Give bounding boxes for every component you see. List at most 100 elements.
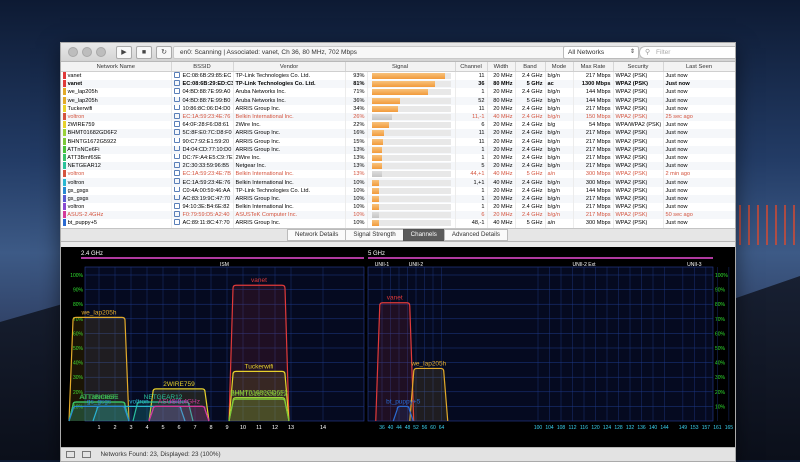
column-header-vendor[interactable]: Vendor xyxy=(233,62,346,72)
column-header-name[interactable]: Network Name xyxy=(61,62,172,72)
vendor-cell: Belkin International Inc. xyxy=(233,178,346,187)
channel-cell: 1 xyxy=(455,194,488,203)
refresh-button[interactable]: ↻ xyxy=(156,45,172,59)
vendor-cell: ARRIS Group Inc. xyxy=(233,137,346,146)
table-row[interactable]: we_lap205h 04:BD:88:7E:99:B0 Aruba Network… xyxy=(61,96,735,105)
signal-bar-cell xyxy=(367,219,456,228)
zoom-window-button[interactable] xyxy=(96,47,106,57)
network-color-swatch xyxy=(63,104,66,112)
tab-network-details[interactable]: Network Details xyxy=(287,228,347,241)
table-row[interactable]: ASUS-2.4GHz F0:79:59:D5:A2:40 ASUSTeK Comp… xyxy=(61,211,735,220)
vendor-cell: ARRIS Group Inc. xyxy=(233,104,346,113)
last-seen-cell: Just now xyxy=(663,137,735,146)
table-row[interactable]: bt_puppy+5 AC:89:11:8C:47:70 ARRIS Group I… xyxy=(61,219,735,228)
table-row[interactable]: voltron EC:1A:59:23:4E:76 Belkin Internati… xyxy=(61,112,735,122)
mode-cell: b/g/n xyxy=(545,186,574,195)
width-cell: 40 MHz xyxy=(487,170,516,179)
security-cell: WPA2 (PSK) xyxy=(613,104,664,113)
column-header-security[interactable]: Security xyxy=(613,62,664,72)
mode-cell: b/g xyxy=(545,121,574,130)
filter-input[interactable]: ⚲ Filter xyxy=(639,46,735,59)
bssid-value: AC:89:11:8C:47:70 xyxy=(182,220,230,227)
channel-cell: 11 xyxy=(455,129,488,138)
max-rate-cell: 54 Mbps xyxy=(573,121,614,130)
table-row[interactable]: vanet EC:08:6B:29:85:EC TP-Link Technologi… xyxy=(61,71,735,81)
tab-signal-strength[interactable]: Signal Strength xyxy=(345,228,404,241)
max-rate-cell: 217 Mbps xyxy=(573,104,614,113)
table-row[interactable]: ATT3Bmf6SE DC:7F:A4:E5:C9:7E 2Wire Inc. 13%… xyxy=(61,153,735,163)
table-row[interactable]: gs_gsgs AC:83:19:9C:47:70 ARRIS Group Inc.… xyxy=(61,194,735,203)
lock-icon xyxy=(173,121,180,127)
security-cell: WPA2 (PSK) xyxy=(613,71,664,81)
network-name: vanet xyxy=(67,81,83,88)
table-row[interactable]: voltron EC:1A:59:23:4E:76 Belkin Internati… xyxy=(61,178,735,187)
width-cell: 20 MHz xyxy=(487,137,516,146)
play-scan-button[interactable]: ▶ xyxy=(116,45,132,59)
bssid-cell: F0:79:59:D5:A2:40 xyxy=(171,211,234,220)
stop-scan-button[interactable]: ■ xyxy=(136,45,152,59)
column-header-channel[interactable]: Channel xyxy=(455,62,488,72)
column-header-signal[interactable]: Signal xyxy=(345,62,456,72)
channel-tick-5: 60 xyxy=(430,425,436,431)
width-cell: 20 MHz xyxy=(487,162,516,171)
width-cell: 80 MHz xyxy=(487,96,516,105)
column-header-bssid[interactable]: BSSID xyxy=(171,62,234,72)
signal-bar xyxy=(371,171,451,178)
last-seen-cell: Just now xyxy=(663,121,735,130)
sidebar-toggle-icon[interactable] xyxy=(66,450,75,458)
column-header-max-rate[interactable]: Max Rate xyxy=(573,62,614,72)
channel-tick-5: 149 xyxy=(679,425,688,431)
width-cell: 20 MHz xyxy=(487,186,516,195)
toolbar: ▶ ■ ↻ en0: Scanning | Associated: vanet,… xyxy=(61,43,735,62)
table-row[interactable]: we_lap205h 04:BD:88:7E:99:A0 Aruba Network… xyxy=(61,88,735,97)
mode-cell: b/g/n xyxy=(545,162,574,171)
table-row[interactable]: BHMT01682GD6F2 5C:8F:E0:7C:D8:F0 ARRIS Gro… xyxy=(61,129,735,138)
network-name-cell: ATT3Bmf6SE xyxy=(61,153,172,163)
table-row[interactable]: NETGEAR12 2C:30:33:59:96:B5 Netgear Inc. 13… xyxy=(61,162,735,171)
security-cell: WPA2 (PSK) xyxy=(613,88,664,97)
network-name: ASUS-2.4GHz xyxy=(67,212,104,219)
network-name: Tuckerwifi xyxy=(67,105,93,112)
table-row[interactable]: voltron 94:10:3E:B4:6E:82 Belkin Internati… xyxy=(61,203,735,212)
percent-tick-left: 80% xyxy=(73,302,84,308)
mode-cell: b/g/n xyxy=(545,211,574,220)
max-rate-cell: 217 Mbps xyxy=(573,137,614,146)
table-row[interactable]: 2WIRE759 64:0F:28:F6:D8:61 2Wire Inc. 22% 6 2… xyxy=(61,121,735,130)
bssid-value: 5C:8F:E0:7C:D8:F0 xyxy=(182,130,232,137)
network-filter-select[interactable]: All Networks ⇕ xyxy=(563,46,639,59)
close-window-button[interactable] xyxy=(68,47,78,57)
lock-icon xyxy=(173,170,180,176)
signal-bar-cell xyxy=(367,121,456,130)
column-header-last-seen[interactable]: Last Seen xyxy=(663,62,735,72)
tab-advanced-details[interactable]: Advanced Details xyxy=(443,228,508,241)
channel-cell: 1 xyxy=(455,153,488,163)
signal-percent-cell: 81% xyxy=(345,80,368,89)
table-row[interactable]: voltron EC:1A:59:23:4E:7B Belkin Internati… xyxy=(61,170,735,179)
signal-bar-fill xyxy=(371,114,393,121)
signal-bar xyxy=(371,146,451,153)
column-header-mode[interactable]: Mode xyxy=(545,62,574,72)
table-row[interactable]: ATTnNCe6Fi D4:04:CD:77:10:D0 ARRIS Group I… xyxy=(61,145,735,154)
bssid-cell: 64:0F:28:F6:D8:61 xyxy=(171,121,234,130)
network-name: gs_gsgs xyxy=(67,187,89,194)
tab-channels[interactable]: Channels xyxy=(402,228,445,241)
band-cell: 5 GHz xyxy=(515,219,546,228)
channel-tick-5: 40 xyxy=(388,425,394,431)
table-row[interactable]: BHNTG1672G5922 90:C7:92:E1:59:20 ARRIS Gro… xyxy=(61,137,735,146)
column-header-band[interactable]: Band xyxy=(515,62,546,72)
network-color-swatch xyxy=(63,219,66,227)
table-row[interactable]: gs_gsgs C0:4A:00:59:46:AA TP-Link Technolo… xyxy=(61,186,735,195)
column-header-width[interactable]: Width xyxy=(487,62,516,72)
network-color-swatch xyxy=(63,121,66,129)
search-icon: ⚲ xyxy=(645,49,651,56)
network-name: voltron xyxy=(67,204,85,211)
table-row[interactable]: vanet EC:08:6B:29:ED:C3 TP-Link Technologi… xyxy=(61,80,735,89)
minimize-window-button[interactable] xyxy=(82,47,92,57)
bssid-cell: 90:C7:92:E1:59:20 xyxy=(171,137,234,146)
signal-bar-cell xyxy=(367,203,456,212)
split-view-icon[interactable] xyxy=(81,450,91,458)
bssid-cell: D4:04:CD:77:10:D0 xyxy=(171,145,234,154)
network-24-label: BHNTG1672G5922 xyxy=(231,391,288,398)
channel-tick-5: 132 xyxy=(626,425,635,431)
table-row[interactable]: Tuckerwifi 10:86:8C:06:D4:D0 ARRIS Group I… xyxy=(61,104,735,113)
